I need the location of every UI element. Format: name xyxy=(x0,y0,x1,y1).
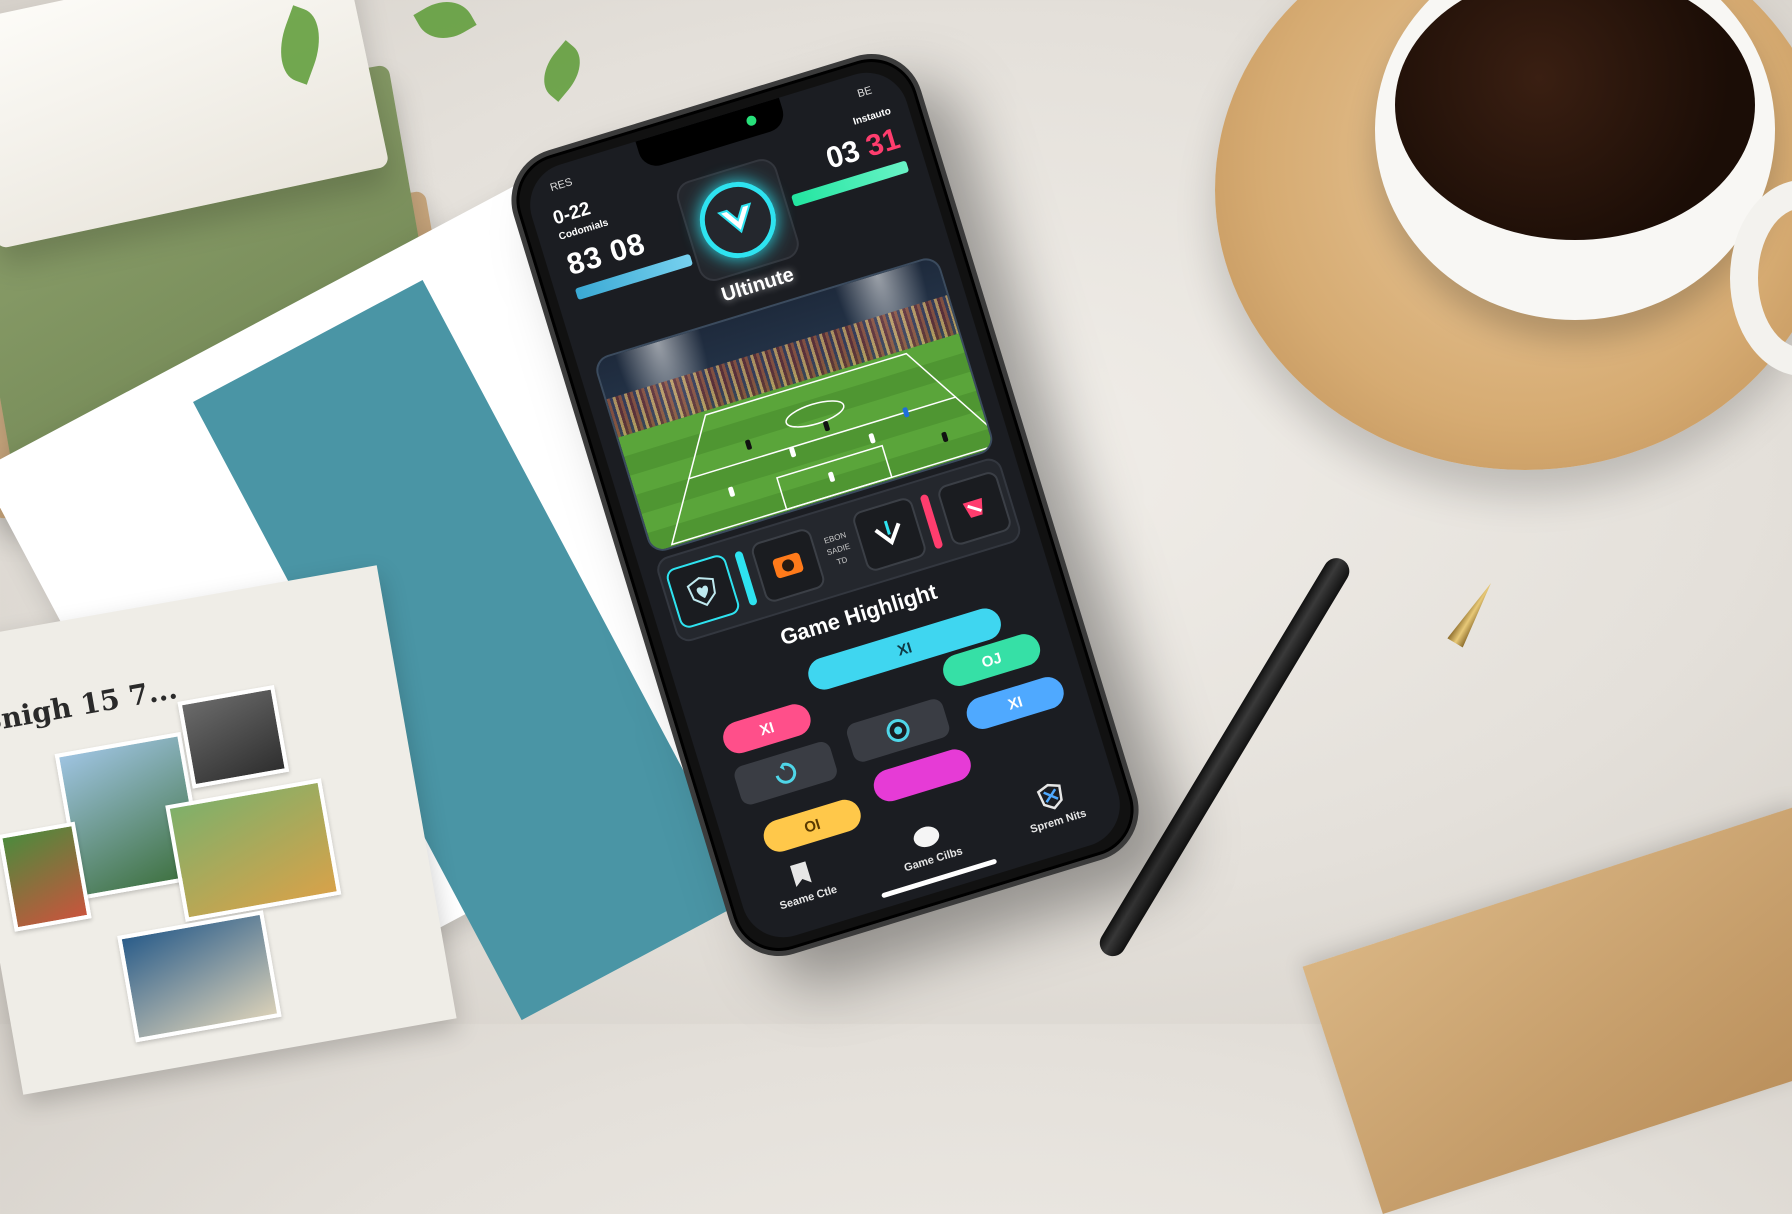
nav-item-scene[interactable]: Seame Ctle xyxy=(745,846,863,920)
highlight-chip-label: XI xyxy=(1005,692,1025,714)
camera-lens-icon xyxy=(886,718,910,742)
newspaper-photo xyxy=(117,910,282,1043)
circle-icon xyxy=(913,826,940,848)
chevron-down-icon xyxy=(874,520,901,546)
left-team-scoreboard[interactable]: 0-22 Codomials 83 08 xyxy=(551,174,694,301)
nav-item-label: Seame Ctle xyxy=(778,883,839,913)
newspaper: Bnigh 15 7... xyxy=(0,565,457,1095)
team-crest-icon xyxy=(772,552,804,579)
matchup-text: EBON SADIE TD xyxy=(822,529,855,570)
bookmark-icon xyxy=(790,861,813,887)
v-logo-icon xyxy=(690,172,786,268)
right-team-score-main: 03 xyxy=(822,134,864,176)
team-shield-icon xyxy=(962,497,983,518)
team-badge-orange[interactable] xyxy=(749,526,828,605)
replay-icon xyxy=(775,762,797,784)
highlight-chip-label: XI xyxy=(757,718,777,739)
highlight-chip-label: OJ xyxy=(979,649,1004,672)
leaf-decoration xyxy=(532,40,592,102)
nav-item-label: Sprem Nits xyxy=(1028,807,1088,836)
highlight-chip-label: XI xyxy=(895,638,914,660)
team-badge-red[interactable] xyxy=(935,469,1014,548)
right-team-scoreboard[interactable]: Instauto 03 31 xyxy=(774,106,910,207)
status-bar-left: RES xyxy=(548,176,574,195)
status-bar-right: BE xyxy=(855,84,874,101)
notch xyxy=(635,97,788,171)
camera-indicator-icon xyxy=(745,114,758,127)
newspaper-photo xyxy=(177,684,290,789)
newspaper-headline: Bnigh 15 7... xyxy=(0,672,180,740)
team-badge-heart[interactable] xyxy=(664,552,742,631)
right-team-score-accent: 31 xyxy=(862,122,904,164)
heart-shield-icon xyxy=(686,577,716,607)
shield-icon xyxy=(1036,783,1063,810)
pen xyxy=(1094,553,1355,961)
highlight-chip[interactable]: XI xyxy=(962,673,1068,733)
nav-item-sports[interactable]: Sprem Nits xyxy=(994,767,1113,843)
app-logo[interactable] xyxy=(675,157,801,283)
team-badge-arrow[interactable] xyxy=(850,495,928,574)
pen-tip xyxy=(1447,578,1498,647)
wood-tray xyxy=(1302,806,1792,1214)
